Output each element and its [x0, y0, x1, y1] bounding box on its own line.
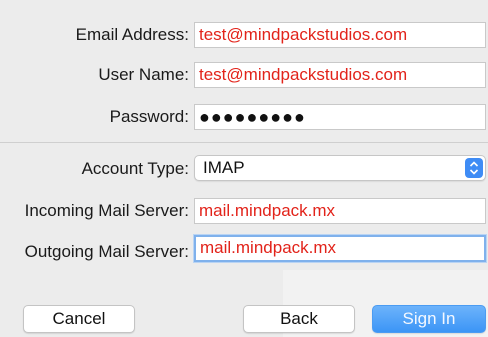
email-field[interactable]: test@mindpackstudios.com [194, 22, 486, 48]
section-divider [0, 142, 488, 143]
password-field[interactable]: ●●●●●●●●● [194, 104, 486, 130]
account-type-select[interactable]: IMAP [194, 155, 486, 181]
password-label: Password: [109, 107, 189, 126]
chevron-up-down-icon[interactable] [465, 158, 483, 178]
username-label: User Name: [98, 65, 189, 84]
incoming-server-label: Incoming Mail Server: [24, 201, 189, 220]
sign-in-button[interactable]: Sign In [372, 305, 486, 333]
outgoing-server-label: Outgoing Mail Server: [24, 242, 189, 261]
username-field[interactable]: test@mindpackstudios.com [194, 62, 486, 88]
account-type-label: Account Type: [81, 159, 189, 178]
back-button[interactable]: Back [243, 305, 355, 333]
email-label: Email Address: [75, 25, 189, 44]
outgoing-server-field[interactable]: mail.mindpack.mx [194, 235, 486, 262]
cancel-button[interactable]: Cancel [23, 305, 135, 333]
cropped-title [0, 0, 488, 4]
account-type-value: IMAP [203, 158, 245, 177]
incoming-server-field[interactable]: mail.mindpack.mx [194, 198, 486, 224]
